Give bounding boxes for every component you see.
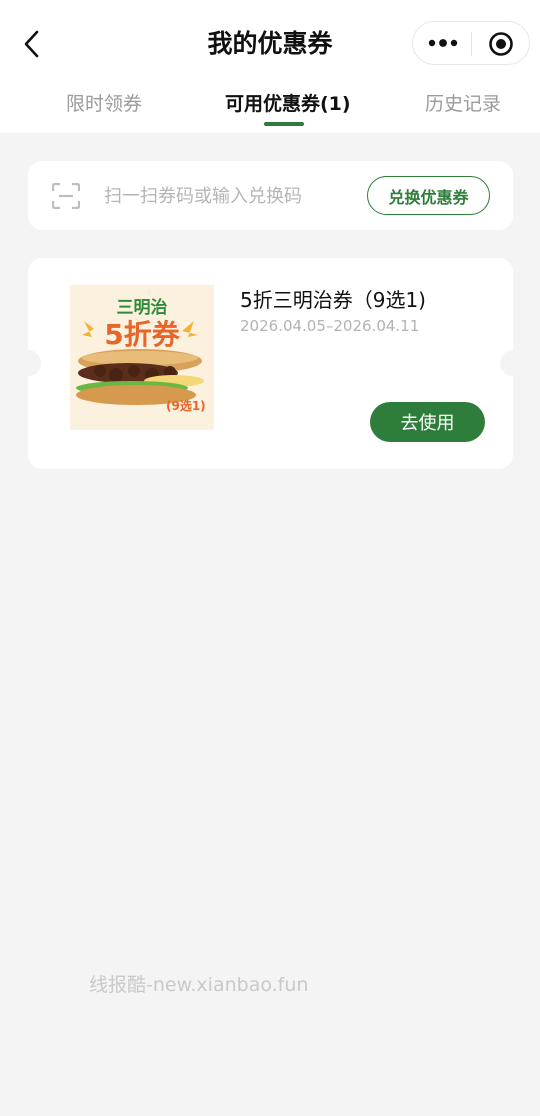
coupon-tabs: 限时领券 可用优惠券(1) 历史记录	[0, 86, 540, 126]
tab-history[interactable]: 历史记录	[425, 86, 501, 122]
coupon-card: 三明治 5折券 (9选1) 5折三明治券（9选1) 2026.04.05–202…	[28, 258, 513, 469]
active-tab-indicator	[264, 122, 304, 126]
capsule-divider	[471, 32, 472, 56]
coupon-validity: 2026.04.05–2026.04.11	[240, 317, 420, 335]
more-dots-icon	[428, 39, 458, 47]
target-circle-icon	[489, 32, 513, 56]
redeem-coupon-button[interactable]: 兑换优惠券	[367, 176, 490, 215]
redeem-code-bar: 兑换优惠券	[28, 161, 513, 230]
mini-program-capsule	[412, 21, 530, 65]
coupon-image-badge: (9选1)	[166, 399, 206, 413]
use-coupon-button[interactable]: 去使用	[370, 402, 485, 442]
ticket-notch-left	[28, 350, 41, 376]
coupon-image: 三明治 5折券 (9选1)	[70, 285, 214, 430]
redeem-code-input[interactable]	[104, 181, 364, 211]
tab-limited-time[interactable]: 限时领券	[66, 86, 142, 122]
top-navigation-bar: 我的优惠券 限时领券 可用优惠券(1) 历史记录	[0, 0, 540, 133]
scan-icon[interactable]	[52, 183, 80, 209]
ticket-notch-right	[500, 350, 513, 376]
close-miniprogram-button[interactable]	[485, 29, 517, 59]
tab-available-coupons[interactable]: 可用优惠券(1)	[225, 86, 351, 122]
coupon-title: 5折三明治券（9选1)	[240, 288, 426, 312]
watermark-text: 线报酷-new.xianbao.fun	[89, 974, 309, 996]
more-button[interactable]	[423, 28, 463, 58]
